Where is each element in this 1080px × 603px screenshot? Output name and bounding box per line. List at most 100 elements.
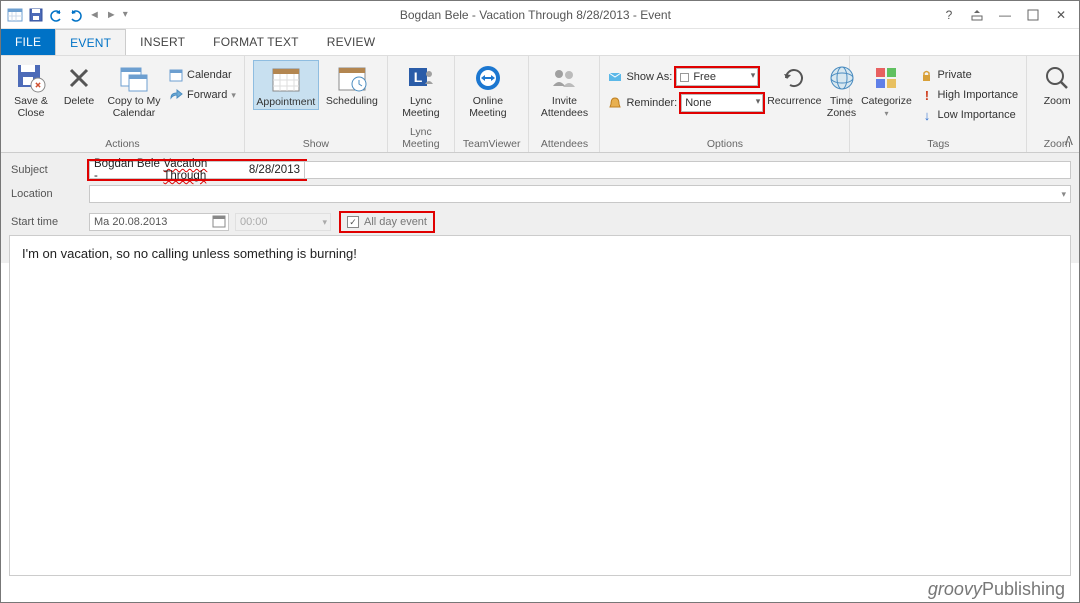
location-label: Location [11, 188, 89, 200]
group-actions: Save & Close Delete Copy to My Calendar … [1, 56, 245, 152]
calendar-icon [169, 68, 183, 82]
qat-dropdown-icon[interactable]: ▾ [123, 9, 128, 20]
collapse-ribbon-icon[interactable]: ᐱ [1065, 134, 1073, 148]
save-close-button[interactable]: Save & Close [9, 60, 53, 119]
help-icon[interactable]: ? [937, 5, 961, 25]
appointment-icon [270, 63, 302, 95]
location-input[interactable]: ▾ [89, 185, 1071, 203]
high-importance-icon: ! [920, 88, 933, 103]
title-bar: ◄ ► ▾ Bogdan Bele - Vacation Through 8/2… [1, 1, 1079, 29]
forward-label: Forward [187, 89, 227, 101]
scheduling-label: Scheduling [326, 96, 378, 108]
categorize-icon [870, 62, 902, 94]
undo-icon[interactable] [49, 8, 63, 22]
ribbon-tabs: FILE EVENT INSERT FORMAT TEXT REVIEW [1, 29, 1079, 55]
qat-prev-icon[interactable]: ◄ [89, 9, 100, 21]
redo-icon[interactable] [69, 8, 83, 22]
free-color-chip [680, 73, 689, 82]
checkbox-checked-icon: ✓ [347, 216, 359, 228]
scheduling-button[interactable]: Scheduling [325, 60, 379, 108]
actions-group-label: Actions [9, 138, 236, 150]
invite-attendees-label: Invite Attendees [537, 96, 591, 119]
window-title: Bogdan Bele - Vacation Through 8/28/2013… [134, 8, 937, 22]
low-importance-button[interactable]: ↓ Low Importance [920, 106, 1018, 124]
scheduling-icon [336, 62, 368, 94]
recurrence-label: Recurrence [767, 96, 821, 108]
lync-meeting-button[interactable]: L Lync Meeting [396, 60, 446, 119]
reminder-icon [608, 96, 622, 110]
lync-label: Lync Meeting [396, 96, 446, 119]
forward-button[interactable]: Forward ▾ [169, 86, 236, 104]
start-time-label: Start time [11, 216, 89, 228]
private-label: Private [937, 69, 971, 81]
show-as-label: Show As: [626, 71, 672, 83]
zoom-button[interactable]: Zoom [1035, 60, 1079, 108]
options-fields: Show As: Free ▾ Reminder: None ▾ [608, 60, 763, 112]
chevron-down-icon[interactable]: ▾ [1061, 189, 1066, 200]
qat-next-icon[interactable]: ► [106, 9, 117, 21]
save-icon[interactable] [29, 8, 43, 22]
calendar-button[interactable]: Calendar [169, 66, 236, 84]
tags-small-list: Private ! High Importance ↓ Low Importan… [920, 60, 1018, 124]
zoom-icon [1041, 62, 1073, 94]
tab-review[interactable]: REVIEW [313, 29, 390, 55]
reminder-combo[interactable]: None ▾ [681, 94, 763, 112]
high-importance-button[interactable]: ! High Importance [920, 86, 1018, 104]
chevron-down-icon: ▾ [751, 70, 756, 81]
subject-input[interactable]: Bogdan Bele - Vacation Through 8/28/2013 [89, 161, 305, 179]
start-date-input[interactable]: Ma 20.08.2013 [89, 213, 229, 231]
delete-icon [63, 62, 95, 94]
recurrence-icon [778, 62, 810, 94]
invite-attendees-button[interactable]: Invite Attendees [537, 60, 591, 119]
window-controls: ? — ✕ [937, 5, 1079, 25]
save-close-label: Save & Close [9, 96, 53, 119]
calendar-icon[interactable] [212, 214, 226, 231]
minimize-button[interactable]: — [993, 5, 1017, 25]
copy-calendar-label: Copy to My Calendar [105, 96, 163, 119]
group-tags: Categorize ▾ Private ! High Importance ↓… [850, 56, 1027, 152]
options-group-label: Options [608, 138, 841, 150]
forward-icon [169, 88, 183, 102]
low-importance-icon: ↓ [920, 108, 933, 123]
high-importance-label: High Importance [937, 89, 1018, 101]
quick-access-toolbar: ◄ ► ▾ [1, 7, 134, 23]
delete-button[interactable]: Delete [59, 60, 99, 108]
lync-icon: L [405, 62, 437, 94]
ribbon: Save & Close Delete Copy to My Calendar … [1, 55, 1079, 153]
delete-label: Delete [64, 96, 94, 108]
group-options: Show As: Free ▾ Reminder: None ▾ [600, 56, 850, 152]
show-as-value: Free [693, 71, 716, 83]
tab-event[interactable]: EVENT [55, 29, 126, 55]
subject-input-extend[interactable] [305, 161, 1071, 179]
maximize-button[interactable] [1021, 5, 1045, 25]
subject-label: Subject [11, 164, 89, 176]
svg-text:L: L [414, 69, 423, 85]
categorize-button[interactable]: Categorize ▾ [858, 60, 914, 118]
lync-group-label: Lync Meeting [396, 126, 446, 150]
watermark: groovyPublishing [928, 579, 1065, 600]
teamviewer-icon [472, 62, 504, 94]
ribbon-options-icon[interactable] [965, 5, 989, 25]
appointment-button[interactable]: Appointment [253, 60, 319, 110]
close-button[interactable]: ✕ [1049, 5, 1073, 25]
tab-insert[interactable]: INSERT [126, 29, 199, 55]
group-lync: L Lync Meeting Lync Meeting [388, 56, 455, 152]
event-body-editor[interactable]: I'm on vacation, so no calling unless so… [9, 235, 1071, 576]
actions-small-list: Calendar Forward ▾ [169, 60, 236, 104]
online-meeting-button[interactable]: Online Meeting [463, 60, 513, 119]
all-day-checkbox[interactable]: ✓ All day event [341, 213, 433, 231]
tab-file[interactable]: FILE [1, 29, 55, 55]
tags-group-label: Tags [858, 138, 1018, 150]
group-attendees: Invite Attendees Attendees [529, 56, 600, 152]
recurrence-button[interactable]: Recurrence [767, 60, 821, 108]
copy-calendar-icon [118, 62, 150, 94]
group-teamviewer: Online Meeting TeamViewer [455, 56, 530, 152]
calendar-label: Calendar [187, 69, 232, 81]
private-button[interactable]: Private [920, 66, 1018, 84]
reminder-value: None [685, 97, 711, 109]
zoom-label: Zoom [1044, 96, 1071, 108]
show-as-combo[interactable]: Free ▾ [676, 68, 758, 86]
copy-to-calendar-button[interactable]: Copy to My Calendar [105, 60, 163, 119]
tab-format-text[interactable]: FORMAT TEXT [199, 29, 313, 55]
lock-icon [920, 69, 933, 82]
